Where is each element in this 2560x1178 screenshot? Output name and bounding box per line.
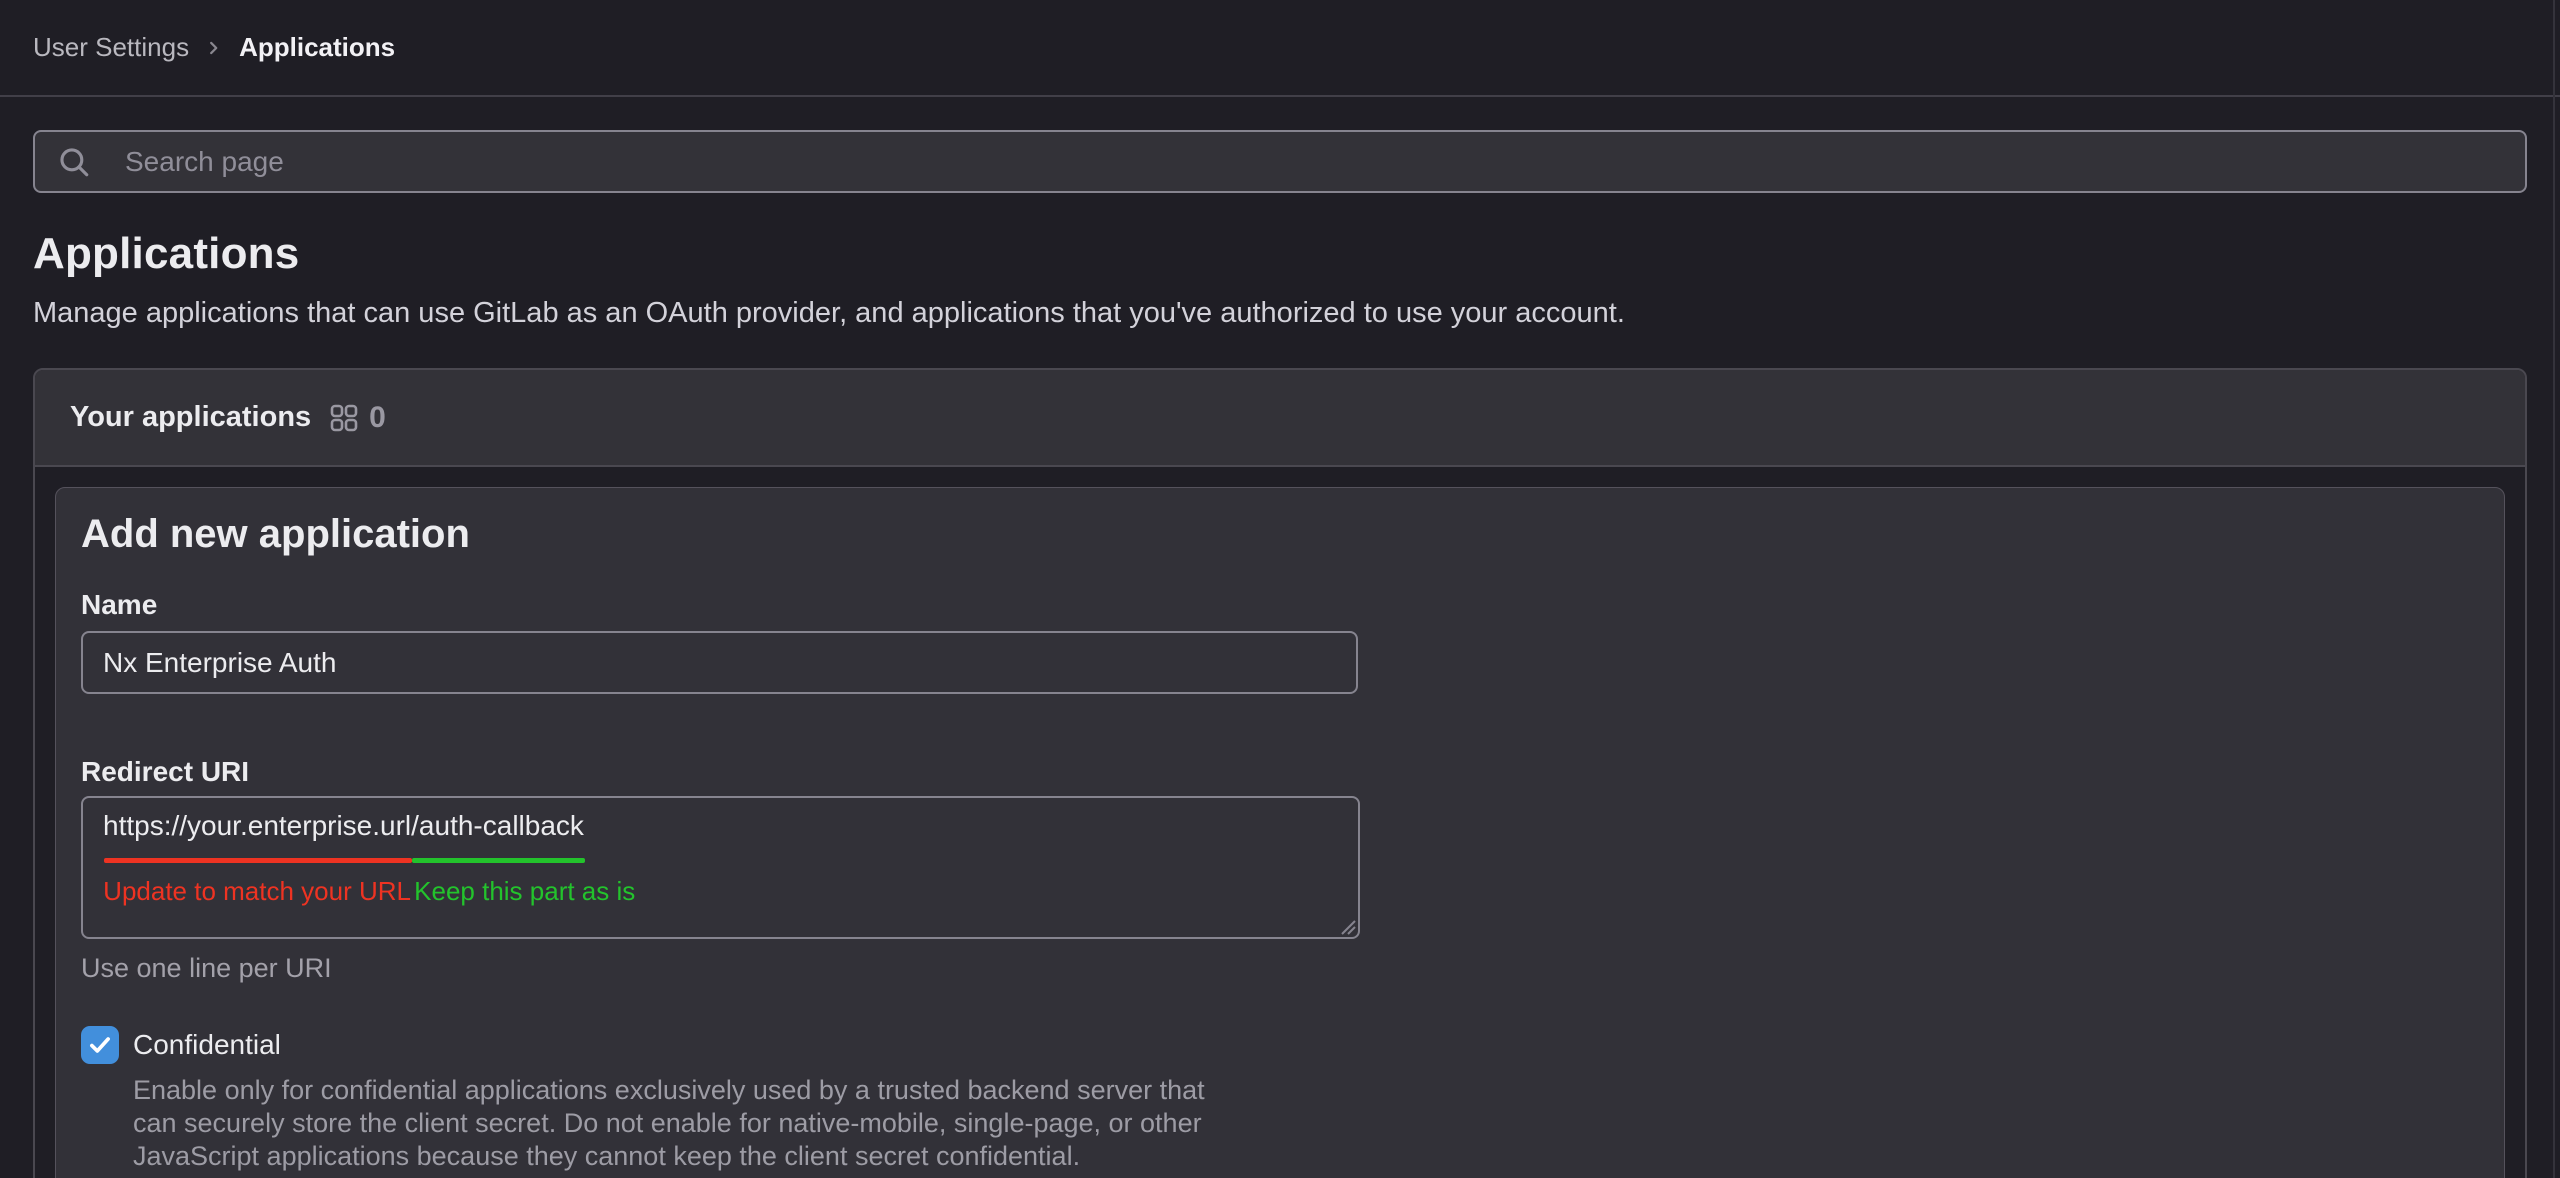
redirect-uri-hint: Use one line per URI bbox=[81, 953, 2479, 984]
confidential-help-text: Enable only for confidential application… bbox=[133, 1074, 2479, 1173]
search-bar bbox=[33, 130, 2527, 193]
add-new-application-title: Add new application bbox=[81, 512, 2479, 557]
red-annotation-label: Update to match your URL bbox=[103, 876, 411, 907]
name-input[interactable] bbox=[81, 631, 1358, 694]
green-underline-annotation bbox=[412, 858, 585, 863]
window-edge-line bbox=[2553, 0, 2555, 1178]
confidential-label[interactable]: Confidential bbox=[133, 1026, 281, 1061]
your-applications-title: Your applications bbox=[70, 401, 311, 434]
confidential-checkbox-row: Confidential bbox=[81, 1026, 2479, 1064]
grid-applications-icon bbox=[329, 403, 359, 433]
your-applications-header: Your applications 0 bbox=[35, 370, 2525, 467]
redirect-uri-host-part: https://your.enterprise.url Update to ma… bbox=[103, 810, 411, 842]
applications-count-badge: 0 bbox=[369, 401, 386, 435]
name-label: Name bbox=[81, 589, 2479, 621]
check-icon bbox=[87, 1032, 113, 1058]
page-title: Applications bbox=[33, 229, 2527, 279]
your-applications-body: Add new application Name Redirect URI ht… bbox=[35, 467, 2525, 1178]
textarea-resize-handle[interactable] bbox=[1338, 917, 1356, 935]
add-new-application-panel: Add new application Name Redirect URI ht… bbox=[55, 487, 2505, 1178]
page-description: Manage applications that can use GitLab … bbox=[33, 297, 2527, 330]
red-underline-annotation bbox=[104, 858, 412, 863]
redirect-uri-textarea[interactable]: https://your.enterprise.url Update to ma… bbox=[81, 796, 1360, 939]
breadcrumb: User Settings Applications bbox=[33, 32, 395, 63]
green-annotation-label: Keep this part as is bbox=[414, 876, 635, 907]
your-applications-card: Your applications 0 Add new application … bbox=[33, 368, 2527, 1178]
redirect-uri-label: Redirect URI bbox=[81, 756, 2479, 788]
breadcrumb-user-settings[interactable]: User Settings bbox=[33, 32, 189, 63]
confidential-checkbox[interactable] bbox=[81, 1026, 119, 1064]
redirect-uri-callback-part: /auth-callback Keep this part as is bbox=[411, 810, 584, 842]
chevron-right-icon bbox=[205, 39, 223, 57]
top-bar: User Settings Applications bbox=[0, 0, 2560, 97]
breadcrumb-applications: Applications bbox=[239, 32, 395, 63]
search-input[interactable] bbox=[33, 130, 2527, 193]
